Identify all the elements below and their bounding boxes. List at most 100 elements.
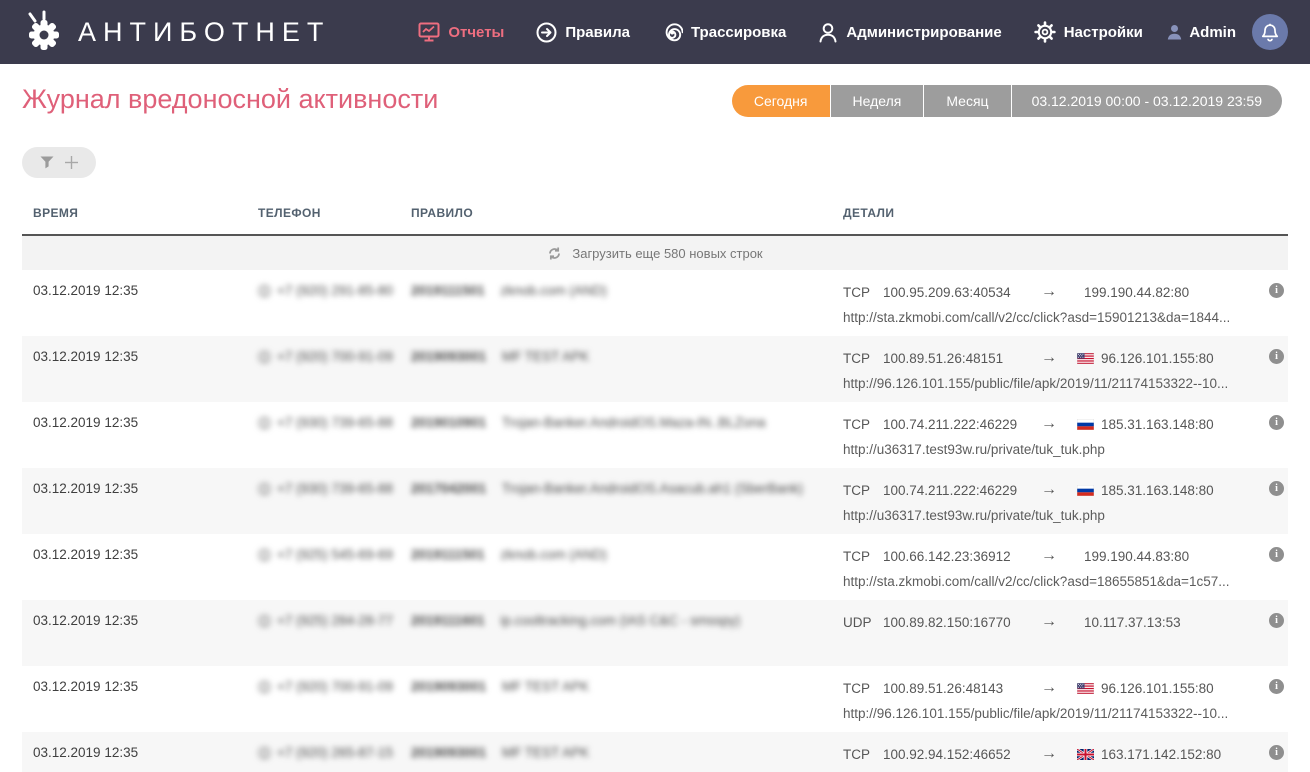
connection-line: TCP 100.89.51.26:48151 → 96.126.101.155:… [843, 349, 1258, 367]
nav-label: Правила [565, 23, 630, 41]
nav-label: Администрирование [846, 23, 1002, 41]
destination-address: 185.31.163.148:80 [1101, 416, 1214, 432]
row-actions: i [1258, 547, 1288, 600]
row-time: 03.12.2019 12:35 [33, 547, 139, 562]
table-row: 03.12.2019 12:35 +7 (930) 739-65-88 2017… [22, 468, 1288, 534]
phone-icon [258, 416, 271, 429]
app-header: АНТИБОТНЕТ Отчеты Правила Трассировка Ад… [0, 0, 1310, 64]
rule-id: 2019111601 [411, 613, 485, 628]
source-address: 100.89.82.150:16770 [883, 614, 1011, 630]
request-url: http://u36317.test93w.ru/private/tuk_tuk… [843, 508, 1105, 523]
row-actions: i [1258, 415, 1288, 468]
destination-address: 199.190.44.83:80 [1084, 548, 1190, 564]
info-icon[interactable]: i [1269, 283, 1284, 298]
rule-text: zknob.com (AND) [500, 283, 607, 298]
protocol: TCP [843, 680, 870, 696]
protocol: TCP [843, 548, 870, 564]
destination-address: 96.126.101.155:80 [1101, 350, 1214, 366]
row-rule: 2019093001 MF TEST APK [411, 679, 843, 732]
current-user[interactable]: Admin [1167, 24, 1236, 41]
nav-item-rules[interactable]: Правила [536, 22, 630, 43]
col-header-rule: ПРАВИЛО [411, 206, 474, 220]
destination-address: 96.126.101.155:80 [1101, 680, 1214, 696]
flag-gb-icon [1077, 748, 1094, 760]
phone-number: +7 (920) 700-91-09 [277, 679, 393, 694]
rule-id: 2019111501 [411, 547, 485, 562]
row-rule: 2019093001 MF TEST APK [411, 745, 843, 772]
tab-month[interactable]: Месяц [924, 85, 1012, 117]
col-header-phone: ТЕЛЕФОН [258, 206, 321, 220]
info-icon[interactable]: i [1269, 745, 1284, 760]
table-row: 03.12.2019 12:35 +7 (920) 700-91-09 2019… [22, 336, 1288, 402]
info-icon[interactable]: i [1269, 679, 1284, 694]
table-header: ВРЕМЯ ТЕЛЕФОН ПРАВИЛО ДЕТАЛИ [22, 206, 1288, 236]
row-rule: 2019010901 Trojan-Banker.AndroidOS.Maza-… [411, 415, 843, 468]
nav-label: Отчеты [448, 23, 505, 41]
row-time: 03.12.2019 12:35 [33, 613, 139, 628]
period-segmented-control: Сегодня Неделя Месяц 03.12.2019 00:00 - … [731, 85, 1282, 117]
destination-address: 10.117.37.13:53 [1084, 614, 1181, 630]
add-filter-button[interactable] [22, 147, 96, 178]
row-time: 03.12.2019 12:35 [33, 481, 139, 496]
arrow-right-icon: → [1041, 283, 1057, 300]
load-more-button[interactable]: Загрузить еще 580 новых строк [22, 236, 1288, 270]
bell-icon [1261, 23, 1279, 42]
arrow-right-icon: → [1041, 481, 1057, 498]
tab-week[interactable]: Неделя [830, 85, 925, 117]
phone-icon [258, 680, 271, 693]
row-phone: +7 (920) 265-87-15 [258, 745, 411, 772]
nav-item-reports[interactable]: Отчеты [418, 22, 504, 42]
rule-id: 2019093001 [411, 349, 487, 364]
row-rule: 2019111601 ip.cooltracking.com (IAS C&C … [411, 613, 843, 666]
row-phone: +7 (920) 700-91-09 [258, 349, 411, 402]
row-actions: i [1258, 283, 1288, 336]
row-actions: i [1258, 349, 1288, 402]
nav-item-settings[interactable]: Настройки [1034, 21, 1143, 43]
nav-label: Трассировка [690, 23, 787, 41]
rule-text: MF TEST APK [501, 745, 590, 760]
connection-line: TCP 100.92.94.152:46652 → 163.171.142.15… [843, 745, 1258, 763]
tab-today[interactable]: Сегодня [731, 85, 831, 117]
source-address: 100.74.211.222:46229 [883, 416, 1018, 432]
row-actions: i [1258, 613, 1288, 666]
arrow-circle-icon [536, 22, 557, 42]
flag-ru-icon [1077, 484, 1094, 496]
nav-item-tracing[interactable]: Трассировка [662, 22, 786, 43]
protocol: UDP [843, 614, 872, 630]
nav-item-administration[interactable]: Администрирование [818, 22, 1002, 43]
activity-table: ВРЕМЯ ТЕЛЕФОН ПРАВИЛО ДЕТАЛИ Загрузить е… [22, 206, 1288, 772]
request-url: http://96.126.101.155/public/file/apk/20… [843, 376, 1229, 391]
gear-icon [1034, 21, 1056, 43]
rule-text: Trojan-Banker.AndroidOS.Maza-IN..BLZona [501, 415, 766, 430]
rule-text: ip.cooltracking.com (IAS C&C - smsspy) [500, 613, 741, 628]
filter-funnel-icon [40, 156, 53, 169]
row-actions: i [1258, 481, 1288, 534]
info-icon[interactable]: i [1269, 481, 1284, 496]
phone-number: +7 (925) 284-28-77 [277, 613, 393, 628]
notifications-button[interactable] [1252, 14, 1288, 50]
arrow-right-icon: → [1041, 349, 1057, 366]
info-icon[interactable]: i [1269, 415, 1284, 430]
row-details: TCP 100.89.51.26:48151 → 96.126.101.155:… [843, 349, 1258, 402]
row-phone: +7 (925) 284-28-77 [258, 613, 411, 666]
info-icon[interactable]: i [1269, 613, 1284, 628]
rule-text: Trojan-Banker.AndroidOS.Asacub.ah1 (Sber… [501, 481, 804, 496]
date-range-display[interactable]: 03.12.2019 00:00 - 03.12.2019 23:59 [1011, 85, 1282, 117]
phone-number: +7 (925) 545-69-69 [277, 547, 393, 562]
col-header-actions [1258, 206, 1288, 220]
row-time: 03.12.2019 12:35 [33, 745, 139, 760]
protocol: TCP [843, 416, 870, 432]
trace-spiral-icon [665, 22, 683, 41]
phone-number: +7 (920) 291-85-80 [277, 283, 393, 298]
rule-id: 2019111501 [411, 283, 485, 298]
plus-icon [64, 156, 78, 169]
connection-line: TCP 100.95.209.63:40534 → 199.190.44.82:… [843, 283, 1258, 301]
row-actions: i [1258, 679, 1288, 732]
protocol: TCP [843, 350, 870, 366]
user-small-icon [1168, 25, 1182, 40]
arrow-right-icon: → [1041, 613, 1057, 630]
info-icon[interactable]: i [1269, 547, 1284, 562]
main-nav: Отчеты Правила Трассировка Администриров… [418, 21, 1143, 43]
row-rule: 2019111501 zknob.com (AND) [411, 283, 843, 336]
info-icon[interactable]: i [1269, 349, 1284, 364]
